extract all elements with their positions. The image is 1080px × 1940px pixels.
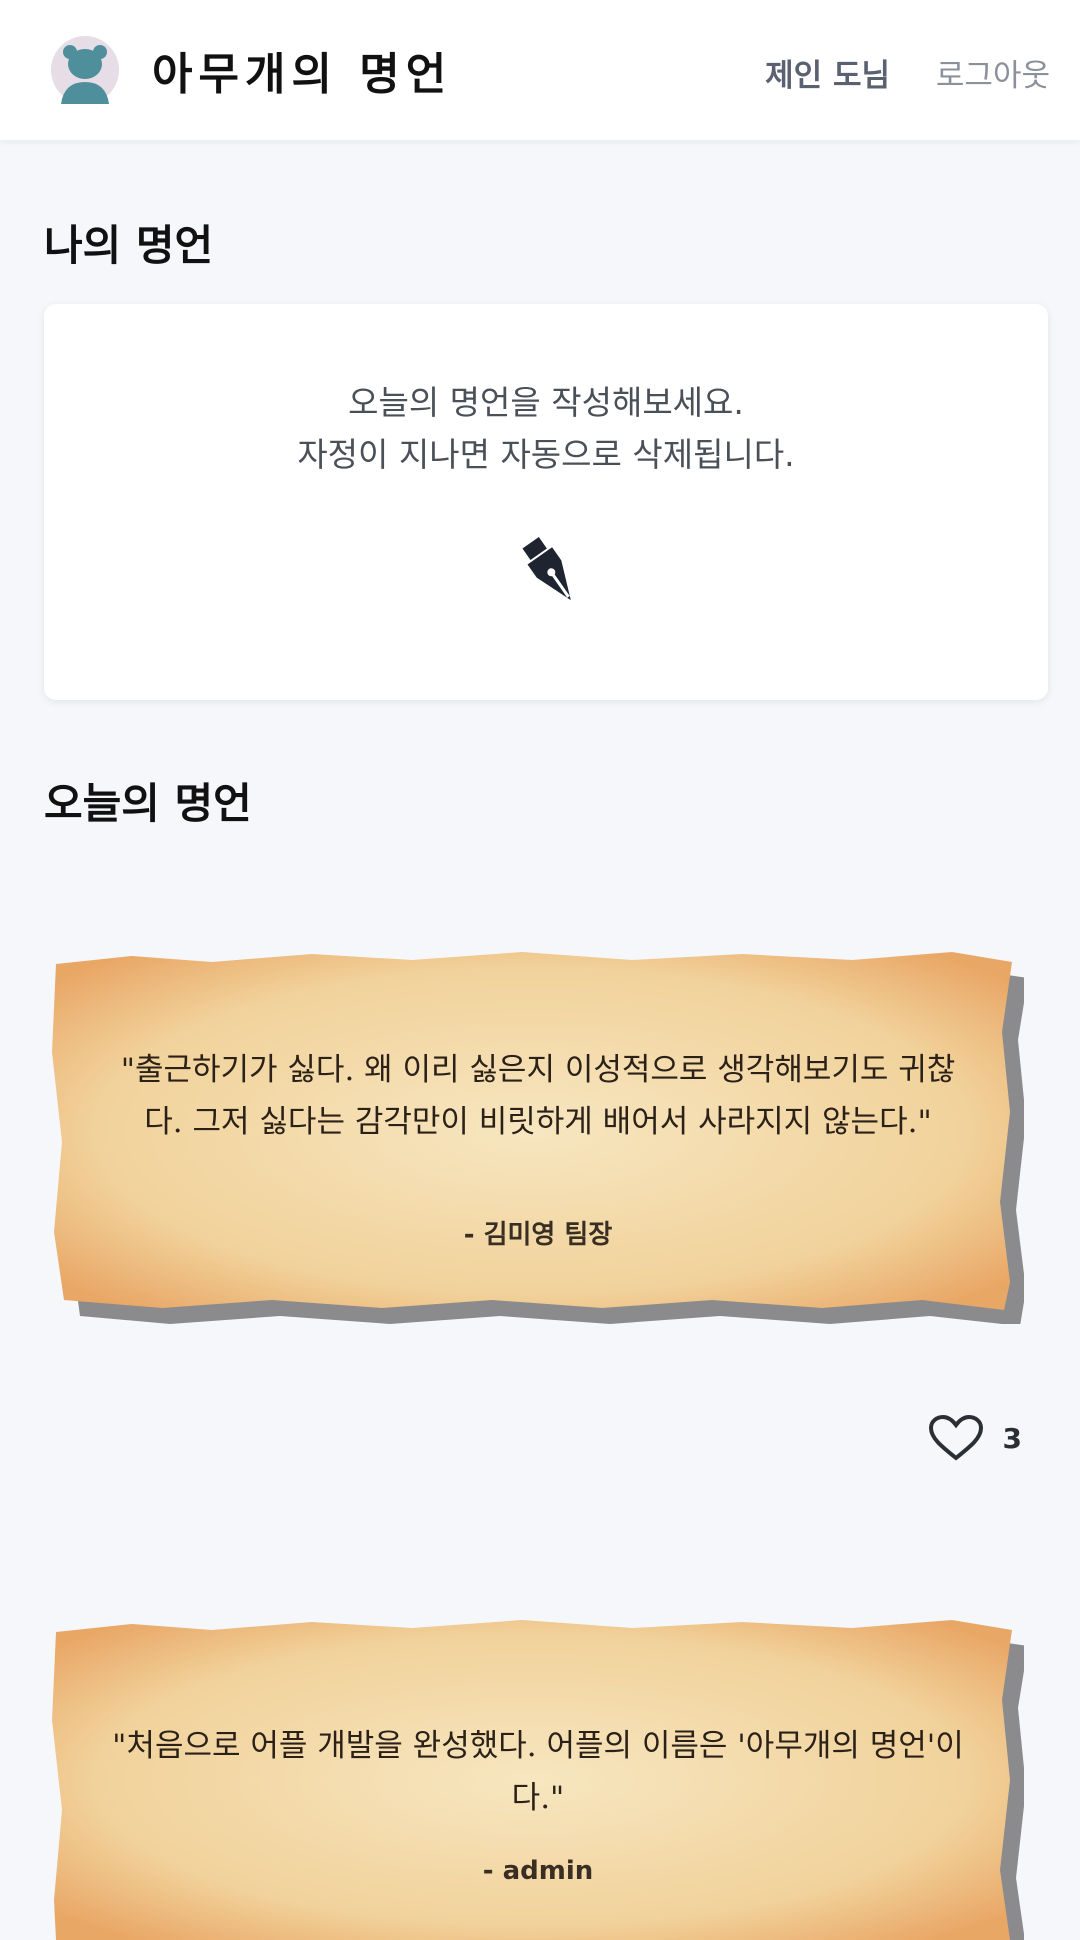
heart-icon	[928, 1414, 983, 1461]
app-title: 아무개의 명언	[152, 49, 453, 100]
like-count: 3	[1002, 1421, 1022, 1455]
quote-author: - 김미영 팀장	[463, 1220, 613, 1250]
quote-text: "처음으로 어플 개발을 완성했다. 어플의 이름은 '아무개의 명언'이다."	[112, 1728, 964, 1816]
bear-avatar-icon[interactable]	[42, 36, 128, 104]
my-quote-title: 나의 명언	[44, 221, 214, 270]
quote-text: "출근하기가 싫다. 왜 이리 싫은지 이성적으로 생각해보기도 귀찮다. 그저…	[120, 1052, 956, 1140]
quote-card: "처음으로 어플 개발을 완성했다. 어플의 이름은 '아무개의 명언'이다."…	[52, 1620, 1024, 1940]
fountain-pen-icon[interactable]	[504, 529, 594, 609]
today-quote-title: 오늘의 명언	[44, 779, 252, 828]
quote-card: "출근하기가 싫다. 왜 이리 싫은지 이성적으로 생각해보기도 귀찮다. 그저…	[52, 952, 1024, 1324]
user-name: 제인 도님	[765, 58, 890, 94]
write-quote-card[interactable]: 오늘의 명언을 작성해보세요. 자정이 지나면 자동으로 삭제됩니다.	[44, 304, 1048, 700]
logout-button[interactable]: 로그아웃	[936, 50, 1050, 95]
write-prompt-line2: 자정이 지나면 자동으로 삭제됩니다.	[297, 435, 795, 474]
write-prompt-line1: 오늘의 명언을 작성해보세요.	[348, 383, 744, 422]
app-header: 아무개의 명언 제인 도님 로그아웃	[0, 0, 1080, 140]
quote-author: - admin	[482, 1856, 594, 1886]
like-button[interactable]: 3	[927, 1412, 1022, 1464]
